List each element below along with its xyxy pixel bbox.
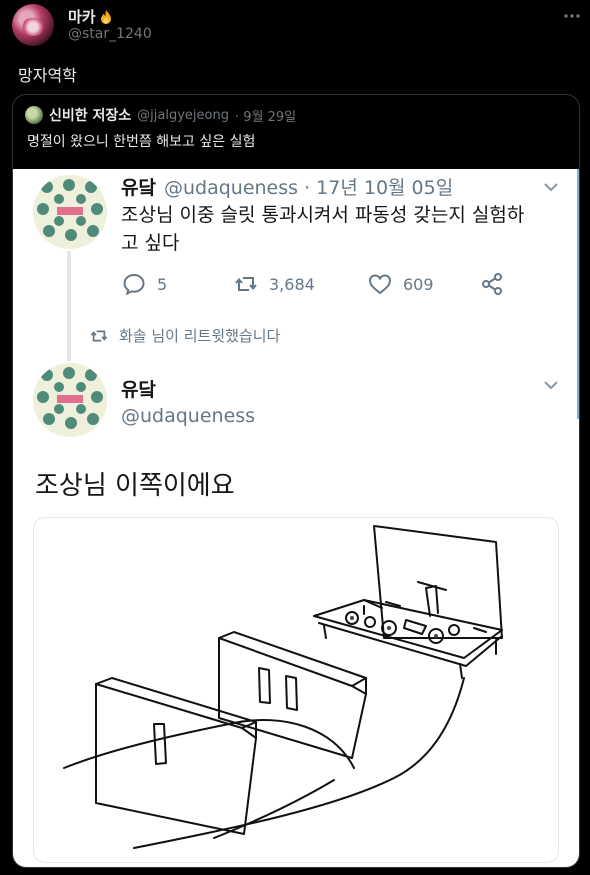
tweet-text: 망자역학 <box>18 66 77 85</box>
like-action: 609 <box>367 271 479 297</box>
embedded-name: 유닼 <box>121 177 156 199</box>
name-row: 마카 <box>68 6 114 27</box>
retweet-count: 3,684 <box>269 274 315 294</box>
quoted-avatar <box>25 106 43 124</box>
quoted-date: · 9월 29일 <box>234 109 297 125</box>
quoted-handle: @jjalgyejeong <box>137 107 229 123</box>
heart-icon <box>368 274 392 295</box>
fire-icon <box>100 9 111 24</box>
tweet-header: 마카 @star_1240 <box>12 4 582 48</box>
embedded-tweet-1-header: 유닼 @udaqueness · 17년 10월 05일 <box>121 173 453 200</box>
more-horizontal-icon[interactable] <box>562 8 582 24</box>
quoted-tweet-text: 명절이 왔으니 한번쯤 해보고 싶은 실험 <box>27 134 256 150</box>
user-handle[interactable]: @star_1240 <box>68 26 152 42</box>
attached-image[interactable]: 유닼 @udaqueness · 17년 10월 05일 조상님 이중 슬릿 통… <box>13 169 579 867</box>
reply-icon <box>123 273 145 296</box>
like-count: 609 <box>403 274 434 294</box>
sketch-image[interactable] <box>33 517 559 863</box>
quoted-tweet-card[interactable]: 신비한 저장소 @jjalgyejeong · 9월 29일 명절이 왔으니 한… <box>12 94 580 868</box>
tweet-actions: 5 3,684 609 <box>121 271 505 297</box>
thread-line <box>67 251 71 361</box>
retweet-action: 3,684 <box>233 271 367 297</box>
chevron-down-icon <box>544 183 558 192</box>
embedded-avatar-1 <box>33 175 107 249</box>
retweet-note: 화솔 님이 리트윗했습니다 <box>89 325 280 346</box>
scrollbar <box>577 169 579 419</box>
embedded-tweet-1-text: 조상님 이중 슬릿 통과시켜서 파동성 갖는지 실험하고 싶다 <box>121 204 525 254</box>
embedded-tweet-2-handle: @udaqueness <box>121 405 256 427</box>
quoted-tweet-header: 신비한 저장소 @jjalgyejeong · 9월 29일 <box>25 105 296 125</box>
embedded-meta: @udaqueness · 17년 10월 05일 <box>163 177 454 199</box>
reply-count: 5 <box>157 274 168 294</box>
share-icon <box>482 273 502 295</box>
embedded-tweet-2-name: 유닼 <box>121 379 156 401</box>
retweet-note-text: 화솔 님이 리트윗했습니다 <box>119 327 281 345</box>
display-name[interactable]: 마카 <box>68 6 96 27</box>
chevron-down-icon <box>544 381 558 390</box>
avatar[interactable] <box>12 4 54 46</box>
retweet-icon <box>235 277 257 291</box>
embedded-avatar-2 <box>33 363 107 437</box>
share-action <box>479 271 505 297</box>
double-slit-sketch <box>63 525 503 849</box>
embedded-tweet-2-text: 조상님 이쪽이에요 <box>35 471 235 501</box>
quoted-display-name: 신비한 저장소 <box>49 108 132 124</box>
reply-action: 5 <box>121 271 233 297</box>
retweet-icon <box>90 330 108 341</box>
